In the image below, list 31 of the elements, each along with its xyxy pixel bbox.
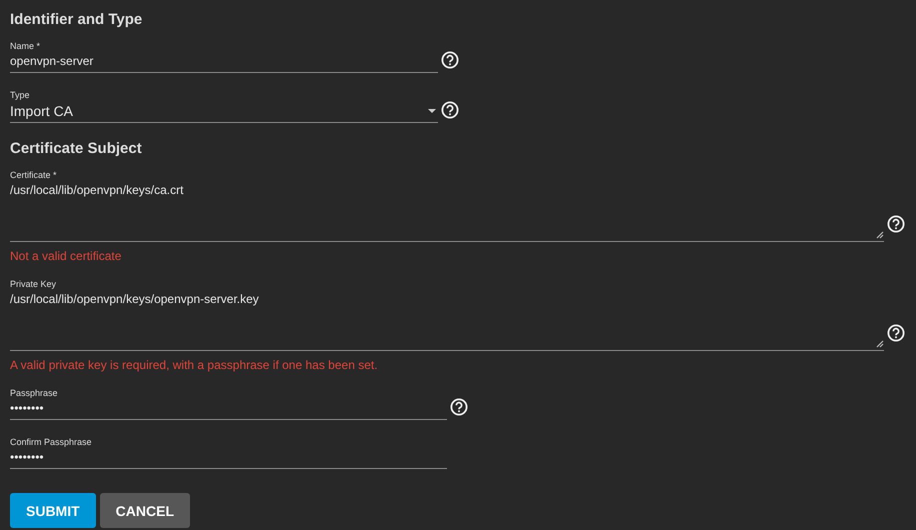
field-label: Certificate * (10, 169, 58, 181)
field-label: Type (10, 89, 31, 101)
help-icon[interactable] (441, 101, 459, 119)
input-field[interactable]: Passphrase •••••••• (10, 387, 447, 420)
text-area[interactable]: Private Key /usr/local/lib/openvpn/keys/openvpn-server.key (10, 278, 884, 351)
input-field[interactable]: Name * openvpn-server (10, 40, 438, 73)
resize-grip-icon[interactable] (876, 340, 884, 348)
caret-icon (428, 109, 436, 113)
field-label: Passphrase (10, 387, 59, 399)
error-message: A valid private key is required, with a passphrase if one has been set. (10, 357, 379, 373)
select-field[interactable]: Type Import CA (10, 89, 438, 123)
text-area[interactable]: Certificate * /usr/local/lib/openvpn/keys/ca.crt (10, 169, 884, 242)
help-icon[interactable] (441, 51, 459, 69)
field-label: Private Key (10, 278, 58, 290)
field-value: Import CA (10, 102, 74, 121)
field-value: •••••••• (10, 400, 44, 417)
help-icon[interactable] (450, 398, 468, 416)
field-value: •••••••• (10, 449, 44, 466)
help-icon[interactable] (887, 215, 906, 233)
field-value: /usr/local/lib/openvpn/keys/ca.crt (10, 182, 184, 199)
field-value: /usr/local/lib/openvpn/keys/openvpn-server.key (10, 291, 259, 308)
help-icon[interactable] (887, 324, 906, 342)
cancel-button[interactable]: CANCEL (100, 493, 190, 528)
field-label: Confirm Passphrase (10, 436, 93, 448)
section-heading: Certificate Subject (10, 139, 143, 159)
field-label: Name * (10, 40, 42, 52)
section-heading: Identifier and Type (10, 10, 144, 30)
resize-grip-icon[interactable] (876, 231, 884, 239)
input-field[interactable]: Confirm Passphrase •••••••• (10, 436, 447, 469)
field-value: openvpn-server (10, 53, 94, 70)
error-message: Not a valid certificate (10, 248, 122, 264)
